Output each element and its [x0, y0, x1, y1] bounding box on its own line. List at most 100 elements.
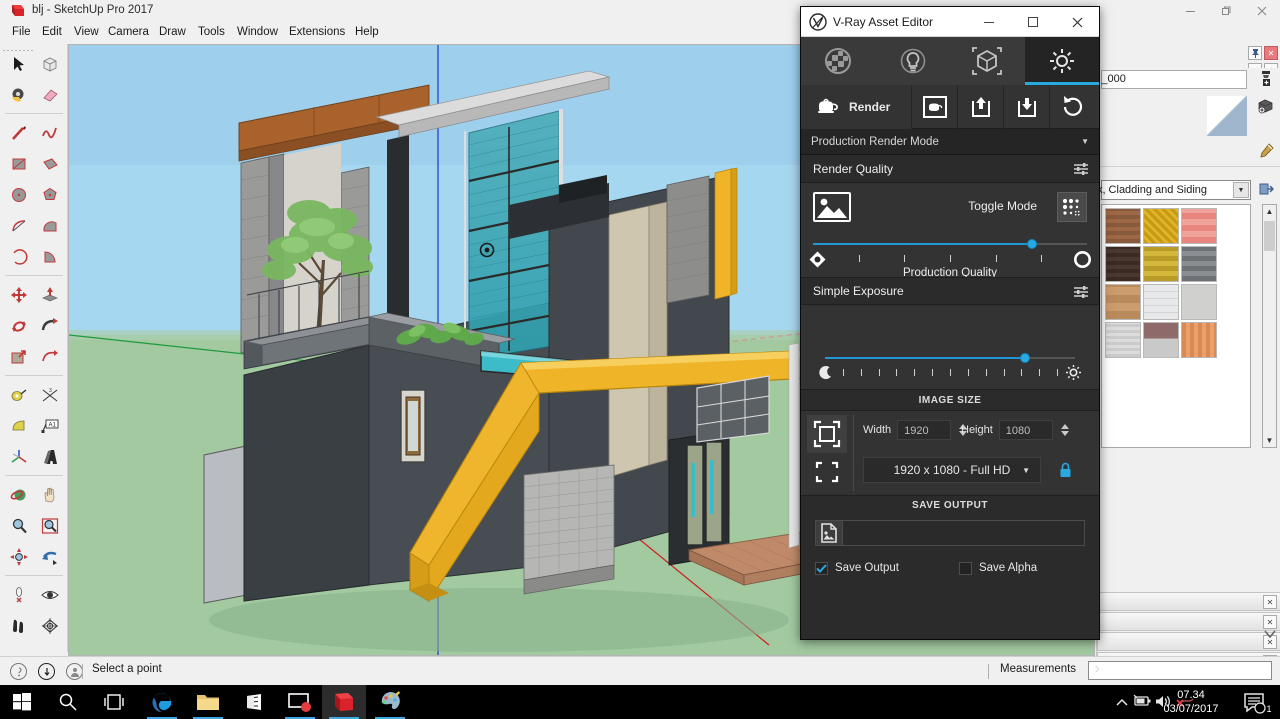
tray-close-icon[interactable]: ✕ [1264, 46, 1278, 60]
geometry-tab[interactable] [950, 37, 1025, 85]
material-swatch-empty[interactable] [1219, 322, 1251, 358]
rotate-tool[interactable] [3, 310, 34, 341]
slider-knob[interactable] [1027, 239, 1037, 249]
save-output-checkbox[interactable]: Save Output [815, 562, 899, 575]
person-icon[interactable] [66, 663, 83, 680]
walk-tool[interactable] [3, 610, 34, 641]
import-asset-button[interactable] [1003, 85, 1049, 129]
section-plane-tool[interactable] [34, 610, 65, 641]
help-icon[interactable] [10, 663, 27, 680]
sketchup-button[interactable] [322, 685, 366, 719]
material-swatch-empty[interactable] [1219, 284, 1251, 320]
resolution-preset-select[interactable]: 1920 x 1080 - Full HD ▼ [863, 457, 1041, 483]
make-component-tool[interactable] [34, 48, 65, 79]
menu-view[interactable]: View [68, 25, 105, 39]
measurements-input[interactable] [1088, 661, 1272, 680]
lights-tab[interactable] [876, 37, 951, 85]
chevron-up-icon[interactable]: ▲ [1263, 205, 1276, 218]
material-swatch[interactable] [1143, 208, 1179, 244]
paint-bucket-tool[interactable] [3, 79, 34, 110]
material-category-select[interactable]: Brick, Cladding and Siding ▼ [1101, 180, 1251, 200]
pie-tool[interactable] [34, 241, 65, 272]
info-icon[interactable] [38, 663, 55, 680]
text-tool[interactable]: A1 [34, 410, 65, 441]
eraser-tool[interactable] [34, 79, 65, 110]
chevron-down-icon[interactable]: ▼ [1263, 434, 1276, 447]
revert-button[interactable] [1049, 85, 1095, 129]
three-d-text-tool[interactable] [34, 441, 65, 472]
stepper-up-icon[interactable] [1061, 424, 1069, 429]
render-button[interactable]: Render [801, 85, 911, 129]
task-view-button[interactable] [92, 685, 136, 719]
screen-recorder-button[interactable] [278, 685, 322, 719]
sliders-icon[interactable] [1073, 162, 1089, 181]
checkbox-unchecked-icon[interactable] [959, 562, 972, 575]
push-pull-tool[interactable] [34, 279, 65, 310]
render-quality-header[interactable]: Render Quality [801, 155, 1099, 183]
menu-extensions[interactable]: Extensions [283, 25, 351, 39]
render-with-vfb-button[interactable] [911, 85, 957, 129]
material-swatch[interactable] [1105, 284, 1141, 320]
material-swatch[interactable] [1105, 246, 1141, 282]
materials-tab[interactable] [801, 37, 876, 85]
dimension-tool[interactable] [3, 410, 34, 441]
menu-tools[interactable]: Tools [192, 25, 231, 39]
edge-button[interactable] [140, 685, 184, 719]
taskbar-clock[interactable]: 07.34 03/07/2017 [1148, 688, 1234, 716]
tray-section-close-icon[interactable]: ✕ [1263, 595, 1277, 609]
material-swatch[interactable] [1143, 322, 1179, 358]
material-swatch-empty[interactable] [1219, 246, 1251, 282]
toggle-mode-button[interactable] [1057, 192, 1087, 222]
arc-tool[interactable] [3, 210, 34, 241]
menu-help[interactable]: Help [349, 25, 385, 39]
image-icon[interactable] [813, 192, 851, 222]
move-tool[interactable] [3, 279, 34, 310]
vray-maximize-button[interactable] [1011, 7, 1055, 37]
width-input[interactable]: 1920 [897, 420, 951, 440]
material-swatch-scrollbar[interactable]: ▲ ▼ [1262, 204, 1277, 448]
vray-minimize-button[interactable] [967, 7, 1011, 37]
tape-measure-tool[interactable] [3, 379, 34, 410]
toolbar-drag-handle[interactable] [3, 40, 63, 44]
rotated-rectangle-tool[interactable] [34, 148, 65, 179]
height-input[interactable]: 1080 [999, 420, 1053, 440]
vray-close-button[interactable] [1055, 7, 1099, 37]
look-around-tool[interactable] [34, 579, 65, 610]
notification-center-button[interactable]: 1 [1242, 692, 1274, 714]
material-swatch[interactable] [1143, 284, 1179, 320]
material-swatch[interactable] [1181, 246, 1217, 282]
menu-window[interactable]: Window [231, 25, 284, 39]
create-material-icon[interactable] [1255, 68, 1277, 90]
material-swatch[interactable] [1105, 208, 1141, 244]
save-alpha-checkbox[interactable]: Save Alpha [959, 562, 1037, 575]
material-swatch[interactable] [1181, 208, 1217, 244]
axes-tool[interactable] [3, 441, 34, 472]
position-camera-tool[interactable] [3, 579, 34, 610]
expand-panel-arrow-icon[interactable]: › [1095, 660, 1100, 678]
store-button[interactable] [232, 685, 276, 719]
chevron-down-icon[interactable]: ▼ [1081, 137, 1089, 146]
sketchup-close-button[interactable] [1244, 0, 1280, 22]
render-mode-select[interactable]: Production Render Mode ▼ [801, 129, 1099, 155]
tray-section[interactable]: ✕ [1097, 612, 1280, 631]
follow-me-tool[interactable] [34, 310, 65, 341]
line-tool[interactable] [3, 117, 34, 148]
sample-paint-icon[interactable] [1255, 94, 1277, 116]
sketchup-restore-button[interactable] [1208, 0, 1244, 22]
slider-knob[interactable] [1020, 353, 1030, 363]
save-output-path-input[interactable] [843, 520, 1085, 546]
three-point-arc-tool[interactable] [3, 241, 34, 272]
chevron-down-icon[interactable]: ▼ [1022, 466, 1030, 475]
material-name-field[interactable]: Color _000 [1101, 70, 1247, 89]
menu-draw[interactable]: Draw [153, 25, 192, 39]
height-stepper[interactable] [1059, 420, 1071, 440]
menu-edit[interactable]: Edit [36, 25, 68, 39]
rectangle-tool[interactable] [3, 148, 34, 179]
exposure-slider[interactable] [825, 345, 1075, 391]
previous-view-tool[interactable] [34, 541, 65, 572]
search-button[interactable] [46, 685, 90, 719]
orbit-tool[interactable] [3, 479, 34, 510]
simple-exposure-header[interactable]: Simple Exposure [801, 277, 1099, 305]
two-point-arc-tool[interactable] [34, 210, 65, 241]
tray-pin-icon[interactable] [1248, 46, 1262, 60]
